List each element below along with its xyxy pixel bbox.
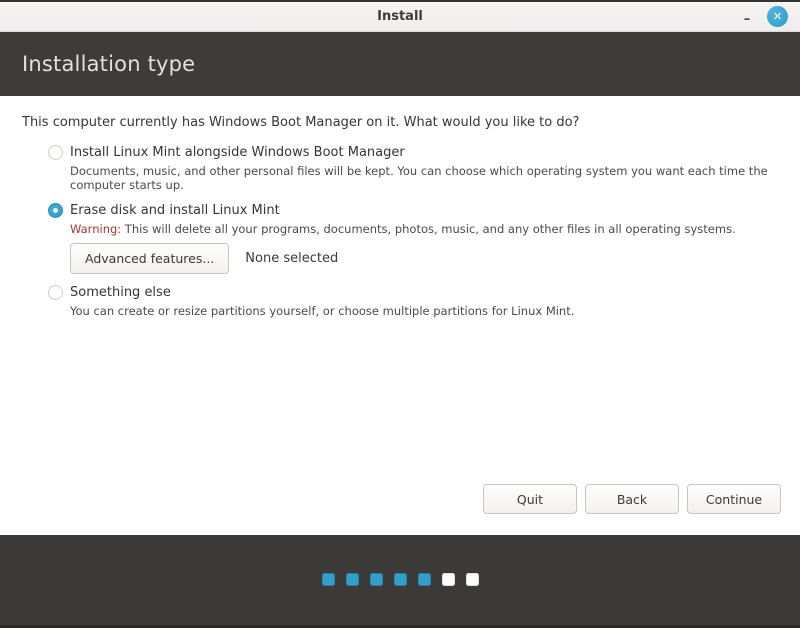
option-erase-label: Erase disk and install Linux Mint bbox=[70, 203, 280, 218]
page-title: Installation type bbox=[22, 52, 195, 76]
option-alongside-label: Install Linux Mint alongside Windows Boo… bbox=[70, 145, 405, 160]
installation-options: Install Linux Mint alongside Windows Boo… bbox=[48, 145, 778, 318]
titlebar: Install – ✕ bbox=[0, 2, 800, 32]
radio-erase[interactable] bbox=[48, 203, 63, 218]
advanced-features-row: Advanced features... None selected bbox=[70, 243, 778, 274]
progress-step-dot bbox=[442, 573, 455, 586]
install-window: Install – ✕ Installation type This compu… bbox=[0, 0, 800, 628]
radio-alongside[interactable] bbox=[48, 145, 63, 160]
option-something-else-row[interactable]: Something else bbox=[48, 285, 778, 300]
radio-something-else[interactable] bbox=[48, 285, 63, 300]
progress-step-dot bbox=[466, 573, 479, 586]
continue-button[interactable]: Continue bbox=[687, 484, 781, 514]
progress-dots bbox=[322, 573, 479, 586]
advanced-features-status: None selected bbox=[245, 251, 338, 266]
option-erase: Erase disk and install Linux Mint Warnin… bbox=[48, 203, 778, 274]
progress-step-dot bbox=[346, 573, 359, 586]
page-header: Installation type bbox=[0, 32, 800, 96]
option-alongside: Install Linux Mint alongside Windows Boo… bbox=[48, 145, 778, 192]
option-erase-row[interactable]: Erase disk and install Linux Mint bbox=[48, 203, 778, 218]
back-button[interactable]: Back bbox=[585, 484, 679, 514]
advanced-features-button[interactable]: Advanced features... bbox=[70, 243, 229, 274]
progress-step-dot bbox=[418, 573, 431, 586]
warning-text: This will delete all your programs, docu… bbox=[121, 222, 736, 236]
option-something-else: Something else You can create or resize … bbox=[48, 285, 778, 318]
progress-step-dot bbox=[322, 573, 335, 586]
window-title: Install bbox=[0, 9, 800, 24]
option-erase-warning: Warning: This will delete all your progr… bbox=[70, 222, 778, 236]
progress-step-dot bbox=[394, 573, 407, 586]
warning-label: Warning: bbox=[70, 222, 121, 236]
quit-button[interactable]: Quit bbox=[483, 484, 577, 514]
minimize-button[interactable]: – bbox=[739, 9, 755, 25]
option-something-else-label: Something else bbox=[70, 285, 171, 300]
close-icon: ✕ bbox=[773, 10, 782, 23]
question-text: This computer currently has Windows Boot… bbox=[22, 115, 778, 130]
progress-step-dot bbox=[370, 573, 383, 586]
option-alongside-description: Documents, music, and other personal fil… bbox=[70, 164, 778, 192]
footer bbox=[0, 535, 800, 625]
main-content: This computer currently has Windows Boot… bbox=[0, 96, 800, 535]
option-something-else-description: You can create or resize partitions your… bbox=[70, 304, 778, 318]
option-alongside-row[interactable]: Install Linux Mint alongside Windows Boo… bbox=[48, 145, 778, 160]
window-controls: – ✕ bbox=[739, 6, 800, 27]
nav-buttons: Quit Back Continue bbox=[483, 484, 781, 514]
close-button[interactable]: ✕ bbox=[767, 6, 788, 27]
